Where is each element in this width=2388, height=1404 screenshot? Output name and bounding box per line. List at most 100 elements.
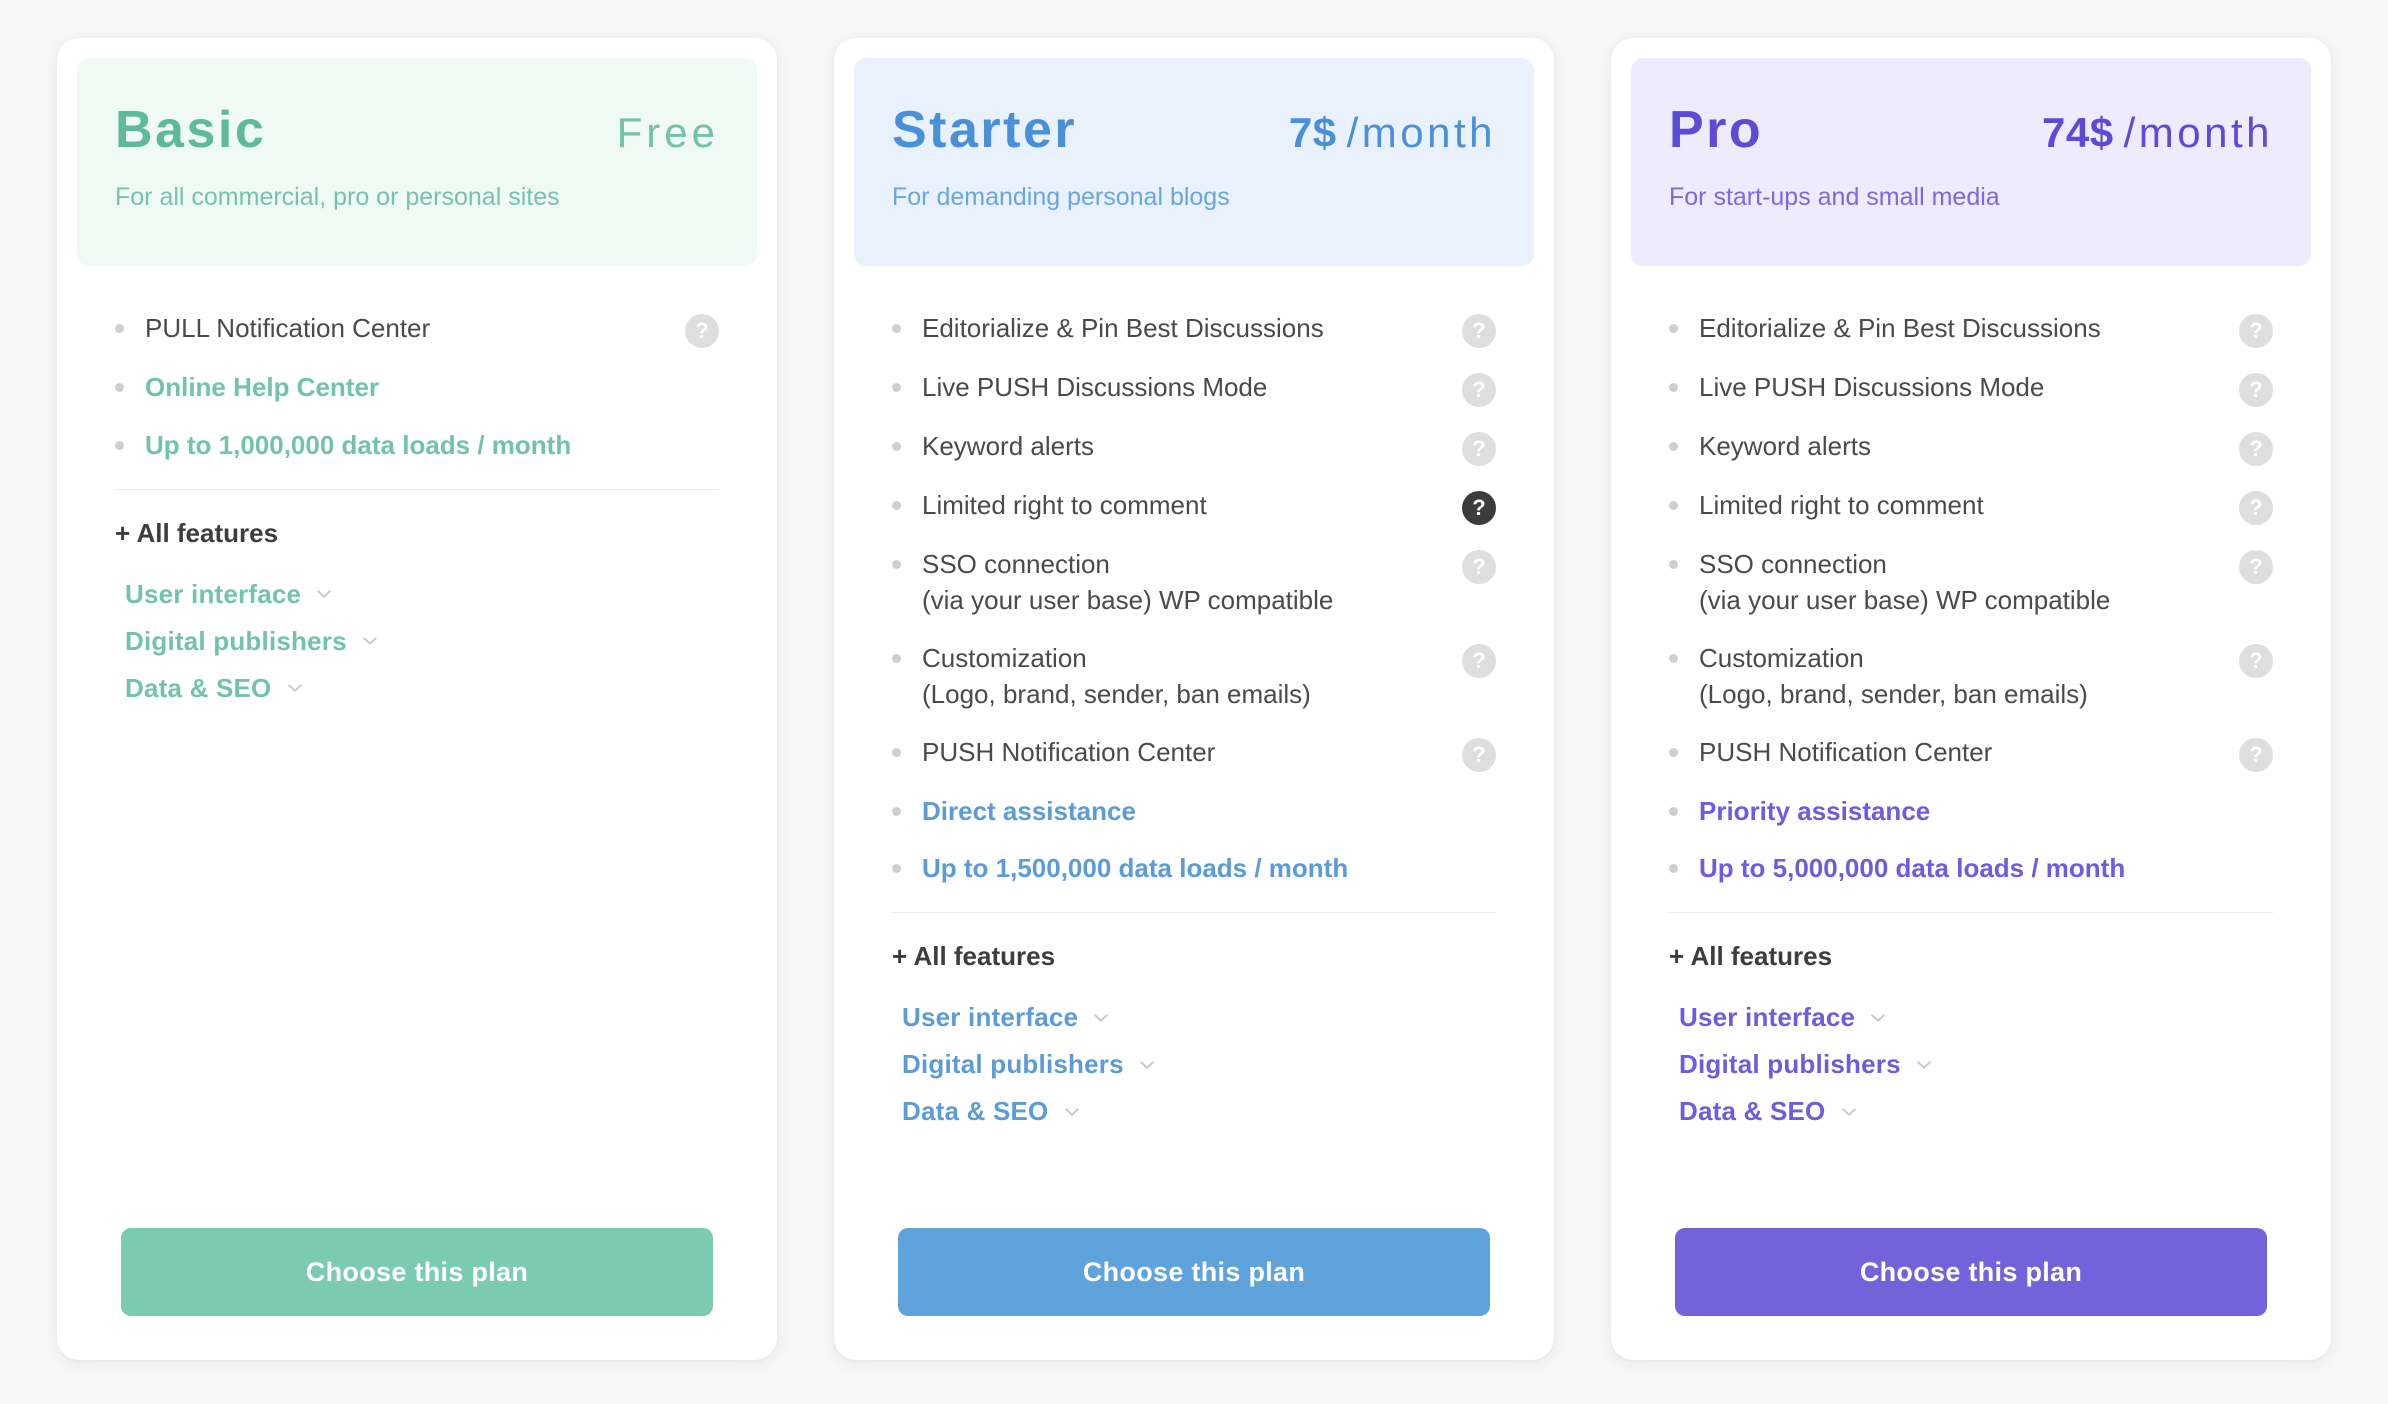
feature-accordion: User interface Digital publishers Data & S… [854, 972, 1534, 1135]
bullet-icon [892, 383, 901, 392]
chevron-down-icon [1915, 1056, 1933, 1074]
help-icon[interactable]: ? [2239, 373, 2273, 407]
feature-label: Keyword alerts [1699, 431, 1871, 461]
help-icon[interactable]: ? [1462, 432, 1496, 466]
plan-name: Basic [115, 101, 267, 159]
all-features-heading: + All features [1669, 941, 1833, 972]
help-icon-spacer [685, 370, 719, 404]
feature-item: PULL Notification Center? [115, 300, 719, 359]
feature-item: Keyword alerts? [1669, 418, 2273, 477]
bullet-icon [115, 324, 124, 333]
plan-price-block: Free [617, 112, 719, 154]
bullet-icon [892, 864, 901, 874]
help-icon[interactable]: ? [2239, 314, 2273, 348]
feature-text-wrap: Live PUSH Discussions Mode [1699, 370, 2239, 406]
feature-list: PULL Notification Center? Online Help Cen… [77, 266, 757, 475]
bullet-icon [892, 806, 901, 816]
cta-container: Choose this plan [854, 1228, 1534, 1338]
feature-text-wrap: Online Help Center [145, 370, 685, 406]
feature-item: Customization (Logo, brand, sender, ban e… [1669, 630, 2273, 724]
accordion-item-label: User interface [1679, 1002, 1856, 1033]
feature-text-wrap: Priority assistance [1699, 794, 2239, 830]
plan-tagline: For all commercial, pro or personal site… [115, 183, 560, 211]
feature-text-wrap: Up to 1,000,000 data loads / month [145, 428, 685, 464]
feature-text-wrap: Limited right to comment [1699, 488, 2239, 524]
accordion-item-digital-publishers[interactable]: Digital publishers [902, 1041, 1496, 1088]
bullet-icon [1669, 383, 1678, 392]
help-icon[interactable]: ? [1462, 550, 1496, 584]
chevron-down-icon [1840, 1103, 1858, 1121]
bullet-icon [892, 747, 901, 757]
cta-container: Choose this plan [1631, 1228, 2311, 1338]
choose-plan-button-basic[interactable]: Choose this plan [121, 1228, 713, 1316]
feature-text-wrap: Up to 5,000,000 data loads / month [1699, 851, 2239, 887]
help-icon[interactable]: ? [2239, 432, 2273, 466]
chevron-down-icon [1869, 1009, 1887, 1027]
help-icon[interactable]: ? [2239, 491, 2273, 525]
accordion-item-digital-publishers[interactable]: Digital publishers [125, 618, 719, 665]
choose-plan-button-pro[interactable]: Choose this plan [1675, 1228, 2267, 1316]
plan-card-basic: Basic Free For all commercial, pro or pers… [57, 38, 777, 1360]
feature-label: Live PUSH Discussions Mode [1699, 372, 2045, 402]
plan-header-starter: Starter 7$/month For demanding personal bl… [854, 58, 1534, 266]
chevron-down-icon [1092, 1009, 1110, 1027]
plan-price-block: 7$/month [1289, 112, 1496, 154]
accordion-item-label: Data & SEO [125, 672, 272, 703]
bullet-icon [1669, 442, 1678, 451]
feature-label: Editorialize & Pin Best Discussions [922, 313, 1324, 343]
feature-label: Limited right to comment [1699, 490, 1984, 520]
accordion-item-label: User interface [902, 1002, 1079, 1033]
plan-price: Free [616, 109, 719, 156]
feature-label: PUSH Notification Center [922, 736, 1216, 767]
feature-item: Keyword alerts? [892, 418, 1496, 477]
bullet-icon [1669, 806, 1678, 816]
accordion-item-data-seo[interactable]: Data & SEO [125, 665, 719, 712]
feature-text-wrap: Customization (Logo, brand, sender, ban e… [922, 641, 1462, 713]
choose-plan-button-starter[interactable]: Choose this plan [898, 1228, 1490, 1316]
feature-item: Online Help Center [115, 359, 719, 417]
feature-label: Customization [922, 642, 1087, 673]
help-icon[interactable]: ? [1462, 373, 1496, 407]
plan-price-block: 74$/month [2042, 112, 2273, 154]
accordion-item-user-interface[interactable]: User interface [1679, 994, 2273, 1041]
feature-label: Keyword alerts [922, 431, 1094, 461]
accordion-item-data-seo[interactable]: Data & SEO [1679, 1088, 2273, 1135]
feature-sublabel: (via your user base) WP compatible [1699, 584, 2111, 615]
chevron-down-icon [286, 679, 304, 697]
accordion-item-digital-publishers[interactable]: Digital publishers [1679, 1041, 2273, 1088]
bullet-icon [1669, 653, 1678, 663]
help-icon[interactable]: ? [685, 314, 719, 348]
accordion-item-label: Digital publishers [902, 1049, 1124, 1080]
all-features-heading: + All features [892, 941, 1056, 972]
accordion-item-user-interface[interactable]: User interface [125, 571, 719, 618]
feature-label: Up to 5,000,000 data loads / month [1699, 853, 2126, 884]
feature-accordion: User interface Digital publishers Data & S… [1631, 972, 2311, 1135]
accordion-item-user-interface[interactable]: User interface [902, 994, 1496, 1041]
bullet-icon [892, 324, 901, 333]
help-icon[interactable]: ? [1462, 737, 1496, 772]
feature-item: Up to 1,500,000 data loads / month [892, 840, 1496, 898]
feature-text-wrap: PULL Notification Center [145, 311, 685, 347]
feature-item: Limited right to comment? [892, 477, 1496, 536]
feature-item: Live PUSH Discussions Mode? [892, 359, 1496, 418]
feature-label: SSO connection [922, 549, 1110, 579]
plan-tagline: For demanding personal blogs [892, 183, 1230, 211]
accordion-item-data-seo[interactable]: Data & SEO [902, 1088, 1496, 1135]
feature-text-wrap: PUSH Notification Center [922, 735, 1462, 771]
feature-label: SSO connection [1699, 549, 1887, 579]
help-icon[interactable]: ? [2239, 550, 2273, 584]
chevron-down-icon [1063, 1103, 1081, 1121]
plan-billing-period: /month [1346, 109, 1496, 156]
help-icon[interactable]: ? [1462, 643, 1496, 678]
bullet-icon [115, 440, 124, 450]
help-icon[interactable]: ? [1462, 491, 1496, 525]
feature-label: Limited right to comment [922, 490, 1207, 520]
feature-label: Priority assistance [1699, 795, 1931, 826]
help-icon[interactable]: ? [2239, 643, 2273, 678]
help-icon[interactable]: ? [2239, 737, 2273, 772]
feature-item: PUSH Notification Center? [1669, 724, 2273, 783]
plan-price: 7$ [1288, 109, 1337, 156]
help-icon[interactable]: ? [1462, 314, 1496, 348]
plan-header-basic: Basic Free For all commercial, pro or pers… [77, 58, 757, 266]
accordion-item-label: Digital publishers [125, 625, 347, 656]
